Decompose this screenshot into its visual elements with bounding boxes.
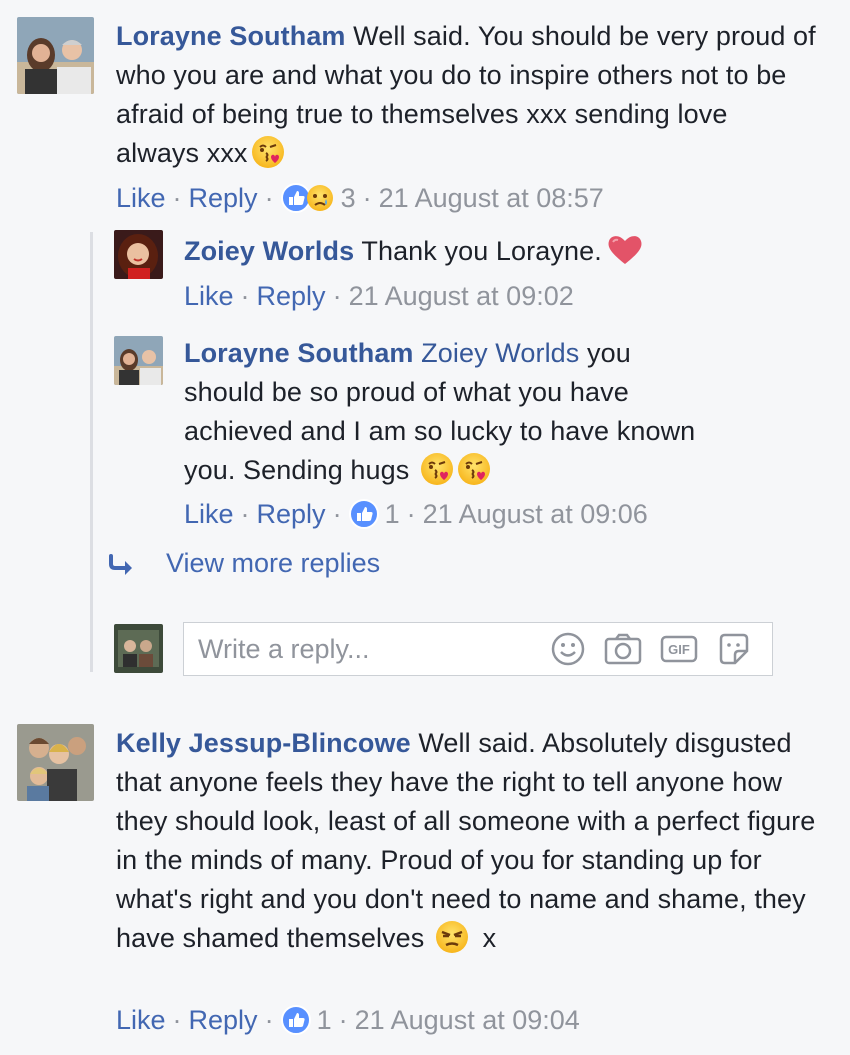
kissing-heart-emoji-icon bbox=[420, 452, 454, 497]
reactions[interactable]: 1 bbox=[348, 496, 400, 532]
camera-icon[interactable] bbox=[604, 632, 642, 666]
reply-author[interactable]: Zoiey Worlds bbox=[184, 236, 354, 266]
reply-text-block: Lorayne Southam Zoiey Worlds you should … bbox=[184, 334, 704, 497]
reply-link[interactable]: Reply bbox=[189, 180, 258, 216]
comment-actions: Like · Reply · 3 · 21 August at 08:57 bbox=[116, 180, 604, 216]
reactions[interactable]: 3 bbox=[280, 180, 356, 216]
kissing-heart-emoji-icon bbox=[251, 135, 285, 180]
reply-author[interactable]: Lorayne Southam bbox=[184, 338, 414, 368]
mention-link[interactable]: Zoiey Worlds bbox=[421, 338, 579, 368]
reaction-count: 3 bbox=[340, 183, 356, 213]
comment-author[interactable]: Lorayne Southam bbox=[116, 21, 346, 51]
comment-2: Kelly Jessup-Blincowe Well said. Absolut… bbox=[0, 722, 850, 1052]
reply-text-block: Zoiey Worlds Thank you Lorayne. bbox=[184, 232, 814, 278]
comment-text-block: Lorayne Southam Well said. You should be… bbox=[116, 17, 816, 180]
comment-text-block: Kelly Jessup-Blincowe Well said. Absolut… bbox=[116, 724, 816, 965]
reply-text: Thank you Lorayne. bbox=[361, 236, 602, 266]
view-more-label: View more replies bbox=[166, 548, 381, 578]
timestamp[interactable]: 21 August at 08:57 bbox=[379, 180, 604, 216]
current-user-avatar bbox=[114, 624, 163, 673]
kissing-heart-emoji-icon bbox=[457, 452, 491, 497]
timestamp[interactable]: 21 August at 09:04 bbox=[355, 1002, 580, 1038]
heart-emoji-icon bbox=[605, 233, 645, 278]
like-reaction-icon bbox=[348, 499, 379, 529]
unamused-emoji-icon bbox=[435, 920, 469, 965]
view-more-replies[interactable]: View more replies bbox=[108, 548, 380, 579]
avatar[interactable] bbox=[17, 724, 94, 801]
reply-input[interactable] bbox=[184, 632, 530, 666]
like-link[interactable]: Like bbox=[116, 180, 166, 216]
gif-icon[interactable]: GIF bbox=[660, 634, 698, 664]
gif-label: GIF bbox=[668, 641, 690, 657]
composer-icons: GIF bbox=[550, 631, 752, 667]
reactions[interactable]: 1 bbox=[280, 1002, 332, 1038]
reply-link[interactable]: Reply bbox=[189, 1002, 258, 1038]
avatar[interactable] bbox=[114, 230, 163, 279]
sticker-icon[interactable] bbox=[716, 631, 752, 667]
comment-author[interactable]: Kelly Jessup-Blincowe bbox=[116, 728, 411, 758]
timestamp[interactable]: 21 August at 09:02 bbox=[349, 278, 574, 314]
timestamp[interactable]: 21 August at 09:06 bbox=[423, 496, 648, 532]
avatar[interactable] bbox=[114, 336, 163, 385]
reaction-count: 1 bbox=[384, 499, 400, 529]
reply-link[interactable]: Reply bbox=[257, 278, 326, 314]
reply-actions: Like · Reply · 21 August at 09:02 bbox=[184, 278, 574, 314]
reply-actions: Like · Reply · 1 · 21 August at 09:06 bbox=[184, 496, 648, 532]
reply-1: Zoiey Worlds Thank you Lorayne. Like · R… bbox=[0, 228, 850, 318]
like-link[interactable]: Like bbox=[184, 496, 234, 532]
comment-1: Lorayne Southam Well said. You should be… bbox=[0, 0, 850, 220]
avatar[interactable] bbox=[17, 17, 94, 94]
smiley-icon[interactable] bbox=[550, 631, 586, 667]
reply-composer: GIF bbox=[183, 622, 773, 676]
reply-2: Lorayne Southam Zoiey Worlds you should … bbox=[0, 334, 850, 534]
reply-arrow-icon bbox=[108, 553, 136, 575]
like-reaction-icon bbox=[280, 1005, 311, 1035]
comment-actions: Like · Reply · 1 · 21 August at 09:04 bbox=[116, 1002, 580, 1038]
reaction-count: 1 bbox=[316, 1005, 332, 1035]
sad-reaction-icon bbox=[305, 183, 335, 213]
like-link[interactable]: Like bbox=[184, 278, 234, 314]
like-link[interactable]: Like bbox=[116, 1002, 166, 1038]
reply-link[interactable]: Reply bbox=[257, 496, 326, 532]
comment-trailing-text: x bbox=[482, 923, 497, 953]
